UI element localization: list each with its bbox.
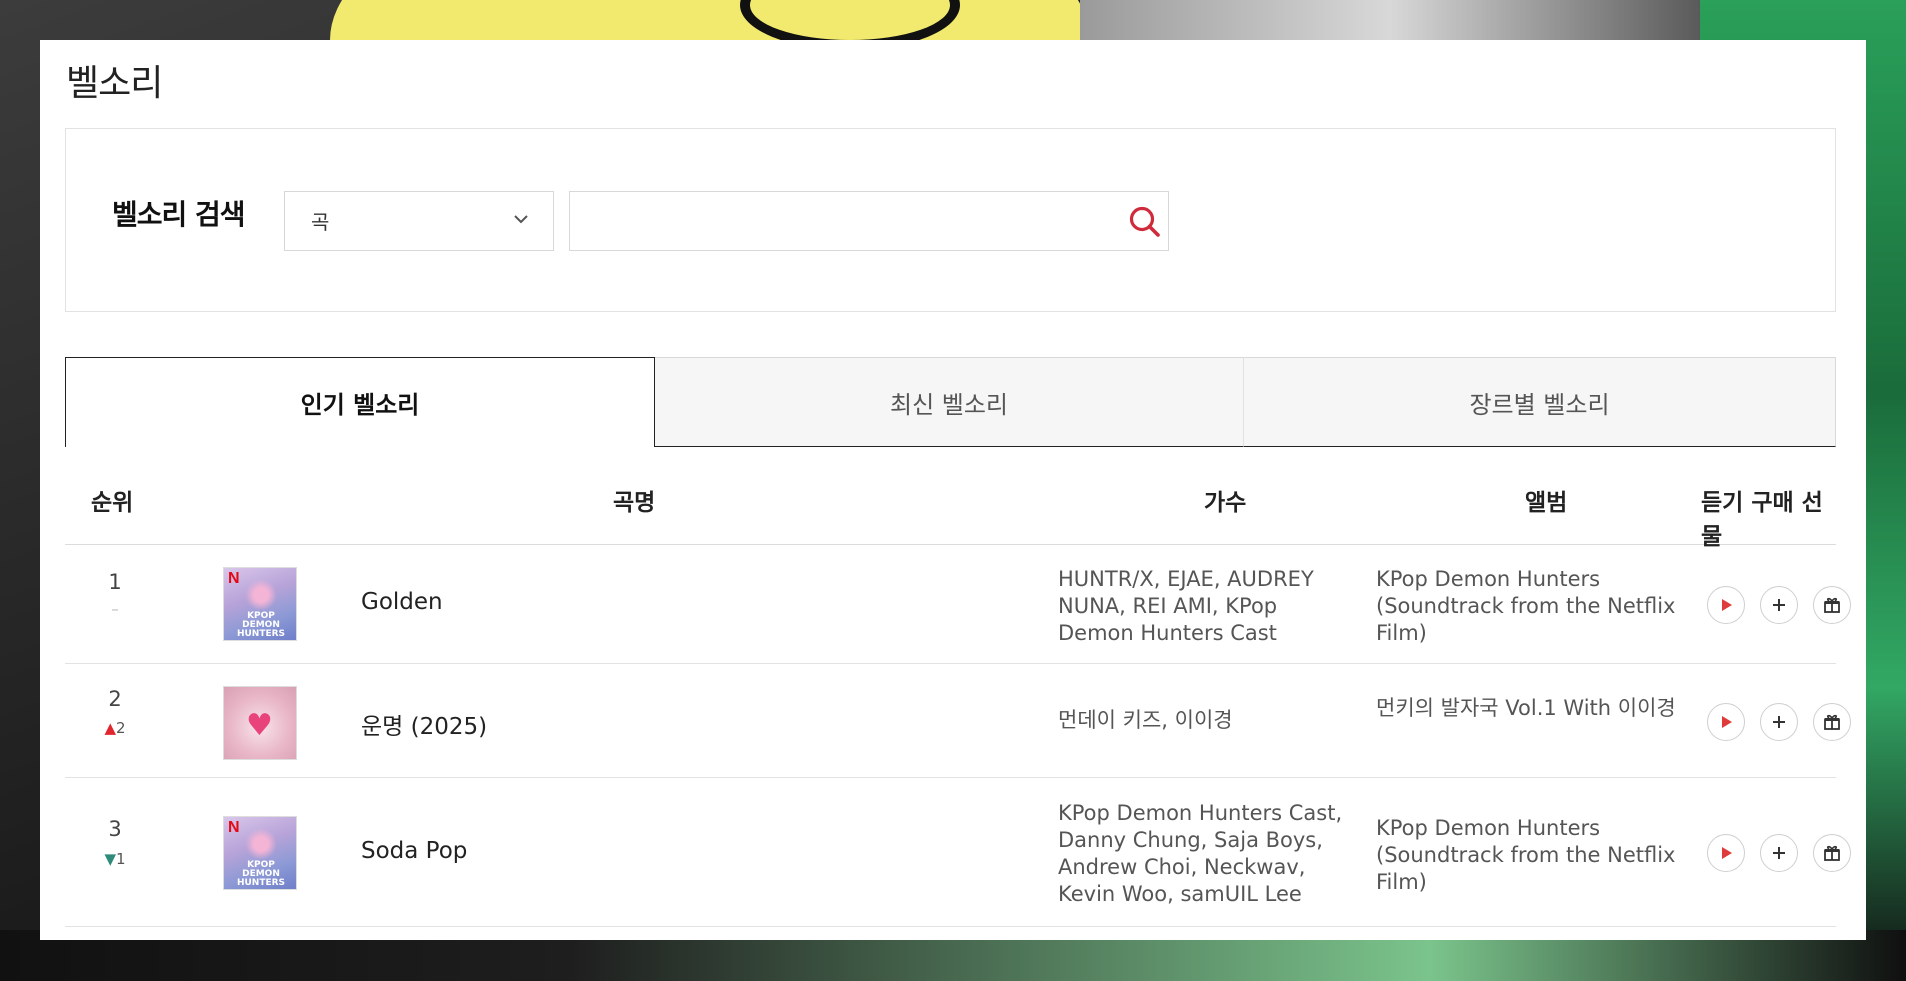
rank-number: 3 [108,817,122,841]
buy-button[interactable] [1760,703,1798,741]
buy-button[interactable] [1760,586,1798,624]
tab-bar: 인기 벨소리 최신 벨소리 장르별 벨소리 [65,357,1836,447]
tab-latest[interactable]: 최신 벨소리 [655,357,1244,447]
play-icon [1722,716,1732,728]
rank-number: 1 [108,570,122,594]
plus-icon [1773,847,1785,859]
search-type-select[interactable]: 곡 [284,191,554,251]
rank-change-value: 2 [116,719,126,737]
rank-change-value: 1 [116,850,126,868]
search-label: 벨소리 검색 [112,198,246,231]
header-actions: 듣기 구매 선물 [1701,490,1823,550]
artist-name[interactable]: KPop Demon Hunters Cast, Danny Chung, Sa… [1058,800,1358,908]
play-icon [1722,847,1732,859]
ringtone-window: 벨소리 벨소리 검색 곡 인기 벨소리 최신 벨소리 장르별 벨소리 순위 곡명… [40,40,1866,940]
page-title: 벨소리 [66,63,163,104]
gift-icon [1824,845,1840,861]
search-type-value: 곡 [311,210,330,234]
search-input[interactable] [569,191,1169,251]
album-name[interactable]: KPop Demon Hunters (Soundtrack from the … [1376,815,1696,896]
row-actions [1707,703,1851,741]
play-button[interactable] [1707,834,1745,872]
album-cover[interactable]: ♥ [223,686,297,760]
tab-popular[interactable]: 인기 벨소리 [65,357,655,447]
album-cover[interactable]: N KPOP DEMON HUNTERS [223,816,297,890]
play-button[interactable] [1707,703,1745,741]
header-artist: 가수 [1204,490,1247,516]
row-actions [1707,834,1851,872]
tab-genre[interactable]: 장르별 벨소리 [1244,357,1836,447]
buy-button[interactable] [1760,834,1798,872]
chevron-down-icon [514,215,528,224]
table-row: 3 ▼1 N KPOP DEMON HUNTERS Soda Pop KPop D… [65,779,1851,927]
gift-button[interactable] [1813,586,1851,624]
header-title: 곡명 [613,490,656,516]
song-title[interactable]: Soda Pop [361,838,467,864]
search-icon[interactable] [1128,205,1162,239]
album-name[interactable]: 먼키의 발자국 Vol.1 With 이이경 [1376,695,1676,722]
gift-button[interactable] [1813,834,1851,872]
album-name[interactable]: KPop Demon Hunters (Soundtrack from the … [1376,566,1696,647]
rank-change: ▲2 [91,719,139,737]
table-row: 1 – N KPOP DEMON HUNTERS Golden HUNTR/X, … [65,546,1851,664]
header-rank: 순위 [91,490,134,516]
search-panel: 벨소리 검색 곡 [65,128,1836,312]
rank-change: – [91,600,139,618]
play-icon [1722,599,1732,611]
gift-icon [1824,597,1840,613]
table-row: 2 ▲2 ♥ 운명 (2025) 먼데이 키즈, 이이경 먼키의 발자국 Vol… [65,665,1851,778]
song-title[interactable]: Golden [361,589,443,615]
plus-icon [1773,716,1785,728]
arrow-down-icon: ▼ [104,850,116,868]
song-title[interactable]: 운명 (2025) [361,707,487,741]
rank-number: 2 [108,687,122,711]
gift-icon [1824,714,1840,730]
rank-change: ▼1 [91,850,139,868]
no-change-icon: – [111,600,119,618]
gift-button[interactable] [1813,703,1851,741]
album-cover[interactable]: N KPOP DEMON HUNTERS [223,567,297,641]
row-actions [1707,586,1851,624]
artist-name[interactable]: 먼데이 키즈, 이이경 [1058,707,1358,734]
play-button[interactable] [1707,586,1745,624]
arrow-up-icon: ▲ [104,719,116,737]
artist-name[interactable]: HUNTR/X, EJAE, AUDREY NUNA, REI AMI, KPo… [1058,566,1358,647]
header-album: 앨범 [1525,490,1568,516]
plus-icon [1773,599,1785,611]
table-header: 순위 곡명 가수 앨범 듣기 구매 선물 [65,447,1836,550]
